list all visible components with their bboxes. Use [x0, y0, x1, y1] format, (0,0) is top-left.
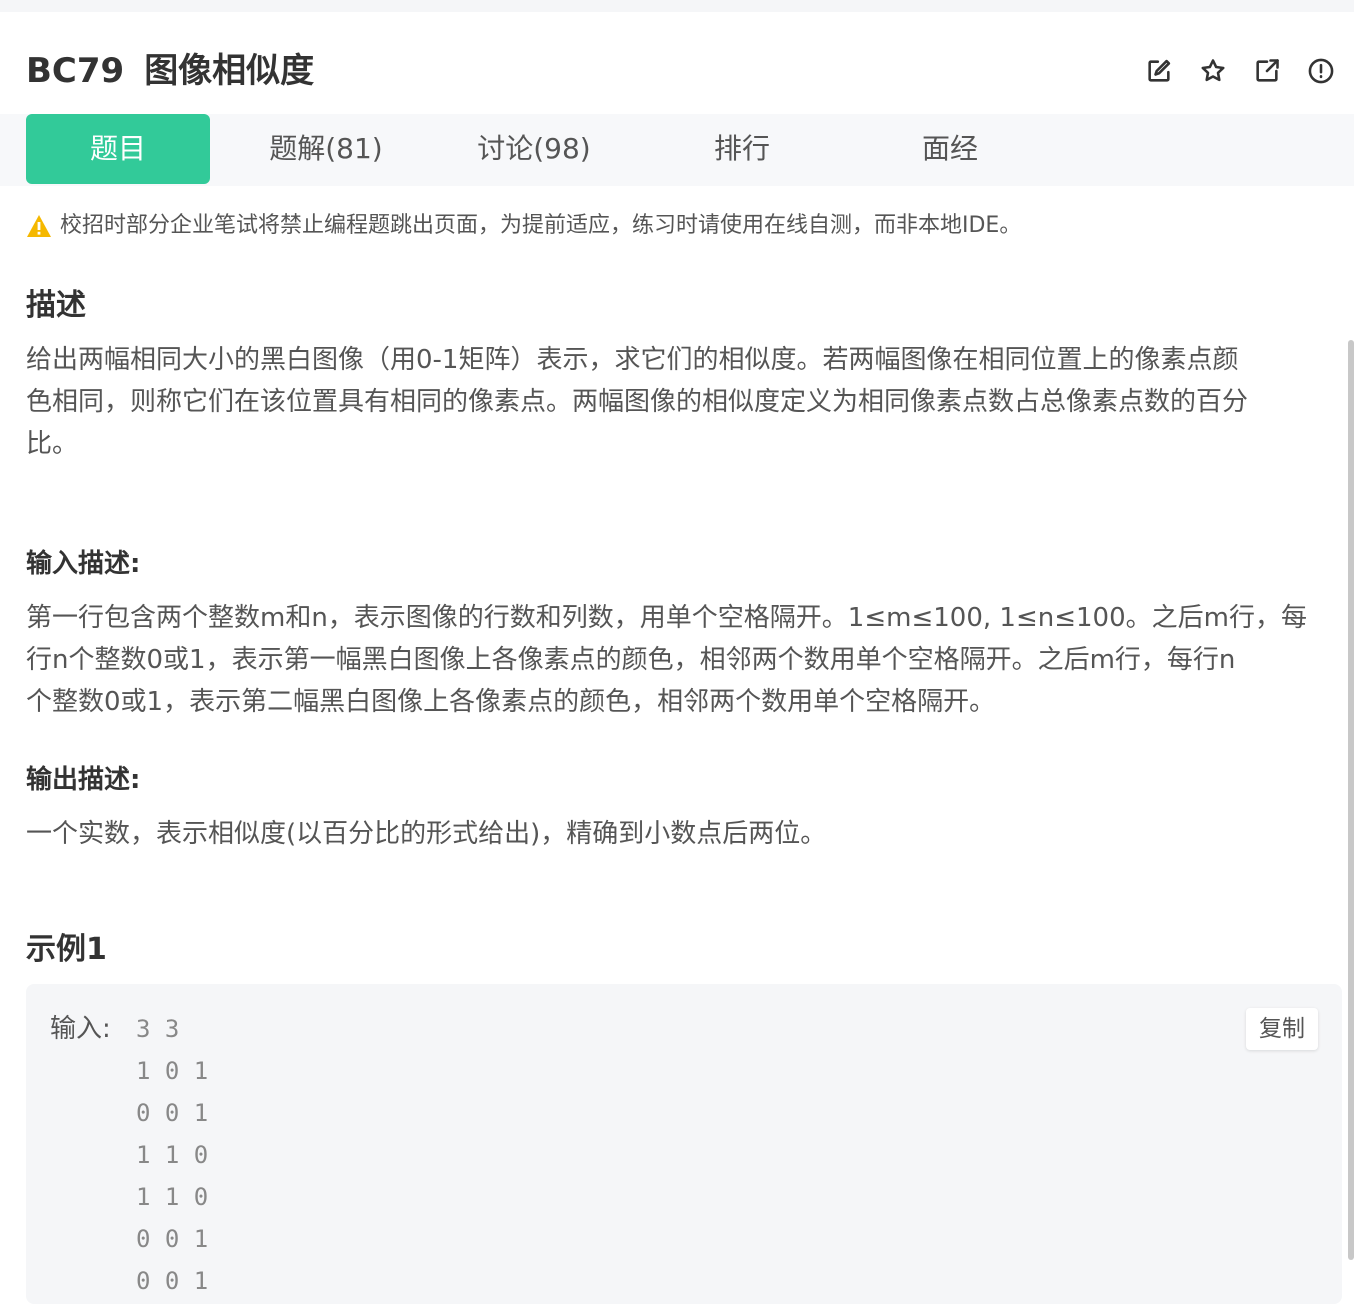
example-input-line: 1 1 0 [136, 1183, 209, 1211]
problem-code: BC79 [26, 51, 125, 91]
example-input-line: 0 0 1 [136, 1225, 209, 1253]
notice-text: 校招时部分企业笔试将禁止编程题跳出页面，为提前适应，练习时请使用在线自测，而非本… [60, 213, 1022, 238]
header-actions [1120, 56, 1336, 86]
page-scrollbar[interactable] [1348, 340, 1354, 1260]
example-input-line: 1 0 1 [136, 1057, 209, 1085]
tab-problem[interactable]: 题目 [26, 114, 210, 184]
edit-icon [1148, 59, 1171, 82]
input-description-line: 行n个整数0或1，表示第一幅黑白图像上各像素点的颜色，相邻两个数用单个空格隔开。… [26, 645, 1236, 675]
share-icon [1256, 59, 1279, 82]
notice-banner: 校招时部分企业笔试将禁止编程题跳出页面，为提前适应，练习时请使用在线自测，而非本… [26, 208, 1021, 244]
example-input-line: 1 1 0 [136, 1141, 209, 1169]
example-block: 输入: 3 3 1 0 1 0 0 1 1 1 0 1 1 0 0 0 1 0 … [26, 984, 1342, 1304]
output-description-text: 一个实数，表示相似度(以百分比的形式给出)，精确到小数点后两位。 [26, 813, 1344, 855]
input-description-line: 第一行包含两个整数m和n，表示图像的行数和列数，用单个空格隔开。1≤m≤100,… [26, 603, 1307, 633]
example-input-lines[interactable]: 3 3 1 0 1 0 0 1 1 1 0 1 1 0 0 0 1 0 0 1 [136, 1008, 208, 1302]
output-description-line: 一个实数，表示相似度(以百分比的形式给出)，精确到小数点后两位。 [26, 819, 827, 849]
description-line: 色相同，则称它们在该位置具有相同的像素点。两幅图像的相似度定义为相同像素点数占总… [26, 387, 1249, 417]
description-heading: 描述 [26, 288, 86, 323]
input-description-line: 个整数0或1，表示第二幅黑白图像上各像素点的颜色，相邻两个数用单个空格隔开。 [26, 687, 996, 717]
example-heading: 示例1 [26, 932, 107, 967]
warning-icon [27, 215, 51, 237]
tab-bar: 题目 题解(81) 讨论(98) 排行 面经 [0, 114, 1354, 186]
report-icon [1308, 58, 1334, 84]
description-line: 比。 [26, 429, 79, 459]
example-input-label: 输入: [50, 1014, 111, 1044]
copy-button[interactable]: 复制 [1246, 1008, 1318, 1050]
description-text: 给出两幅相同大小的黑白图像（用0-1矩阵）表示，求它们的相似度。若两幅图像在相同… [26, 339, 1344, 465]
tab-interview[interactable]: 面经 [858, 114, 1042, 184]
tab-discussion[interactable]: 讨论(98) [442, 114, 626, 184]
example-input-line: 0 0 1 [136, 1267, 209, 1295]
tab-ranking[interactable]: 排行 [650, 114, 834, 184]
share-button[interactable] [1252, 56, 1282, 86]
output-description-heading: 输出描述: [26, 765, 141, 795]
edit-button[interactable] [1144, 56, 1174, 86]
problem-title: 图像相似度 [144, 51, 315, 91]
top-strip [0, 0, 1354, 12]
problem-header: BC79 图像相似度 [26, 46, 1336, 96]
favorite-button[interactable] [1198, 56, 1228, 86]
tab-solutions[interactable]: 题解(81) [234, 114, 418, 184]
example-input-line: 3 3 [136, 1015, 180, 1043]
report-button[interactable] [1306, 56, 1336, 86]
star-icon [1201, 59, 1225, 82]
input-description-text: 第一行包含两个整数m和n，表示图像的行数和列数，用单个空格隔开。1≤m≤100,… [26, 597, 1344, 723]
example-input-line: 0 0 1 [136, 1099, 209, 1127]
description-line: 给出两幅相同大小的黑白图像（用0-1矩阵）表示，求它们的相似度。若两幅图像在相同… [26, 345, 1239, 375]
input-description-heading: 输入描述: [26, 549, 141, 579]
page-title: BC79 图像相似度 [26, 46, 314, 96]
